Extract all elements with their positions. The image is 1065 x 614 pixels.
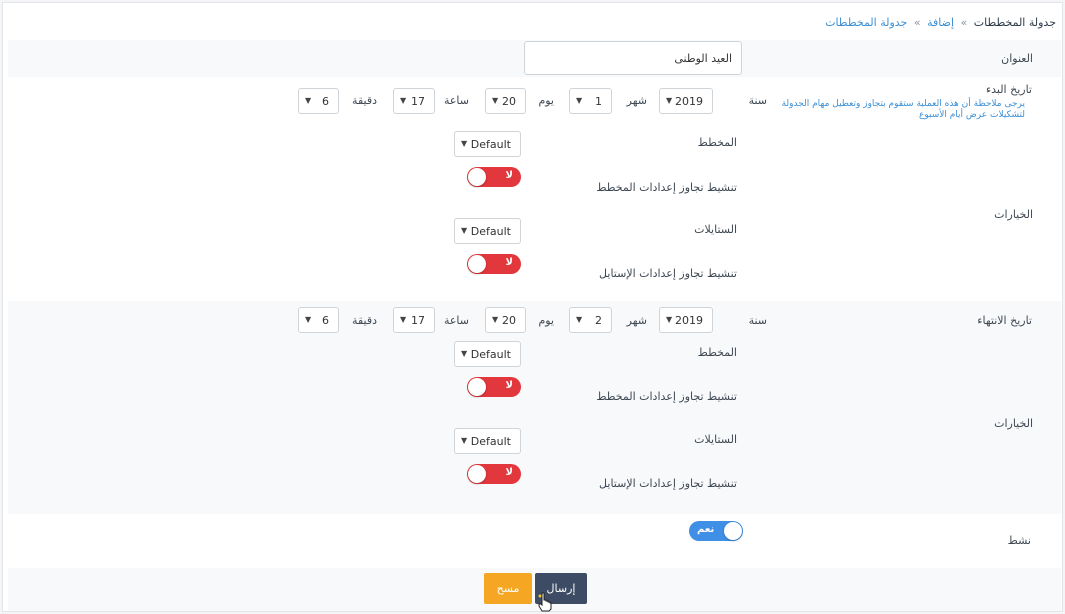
end-month-unit: شهر [626, 314, 647, 327]
breadcrumb-separator: » [960, 16, 968, 29]
title-input[interactable] [524, 41, 742, 75]
toggle-knob [468, 255, 486, 273]
end-override-style-label: تنشيط تجاوز إعدادات الإستايل [599, 477, 737, 490]
page: جدولة المخططات » إضافة » جدولة المخططات … [2, 2, 1063, 612]
start-month-unit: شهر [626, 94, 647, 107]
end-override-style-toggle[interactable]: لا [467, 464, 521, 484]
end-minute-unit: دقيقة [352, 314, 377, 327]
chevron-down-icon: ▼ [461, 436, 468, 445]
start-minute-unit: دقيقة [352, 94, 377, 107]
toggle-knob [468, 378, 486, 396]
end-year-unit: سنة [748, 314, 767, 327]
chevron-down-icon: ▼ [461, 139, 468, 148]
end-layout-select[interactable]: ▼ Default [454, 341, 521, 367]
start-day-unit: يوم [538, 94, 554, 107]
breadcrumb-separator: » [913, 16, 921, 29]
breadcrumb-add-link[interactable]: إضافة [927, 16, 954, 29]
end-styles-select[interactable]: ▼ Default [454, 428, 521, 454]
active-toggle[interactable]: نعم [689, 521, 743, 541]
start-styles-select[interactable]: ▼ Default [454, 218, 521, 244]
chevron-down-icon: ▼ [492, 315, 499, 324]
start-day-select[interactable]: ▼ 20 [485, 88, 526, 114]
chevron-down-icon: ▼ [576, 96, 583, 105]
start-minute-select[interactable]: ▼ 6 [298, 88, 339, 114]
start-options-label: الخيارات [994, 208, 1033, 221]
chevron-down-icon: ▼ [461, 349, 468, 358]
end-override-layout-label: تنشيط تجاوز إعدادات المخطط [596, 390, 737, 403]
start-override-layout-toggle[interactable]: لا [467, 167, 521, 187]
end-month-select[interactable]: ▼ 2 [569, 307, 612, 333]
end-layout-label: المخطط [697, 346, 737, 359]
start-date-label: تاريخ البدء [985, 83, 1032, 96]
start-styles-label: الستايلات [694, 223, 737, 236]
start-hour-unit: ساعة [443, 94, 469, 107]
start-override-style-toggle[interactable]: لا [467, 254, 521, 274]
toggle-knob [468, 168, 486, 186]
chevron-down-icon: ▼ [666, 96, 673, 105]
end-year-select[interactable]: ▼ 2019 [659, 307, 713, 333]
toggle-knob [724, 522, 742, 540]
end-options-label: الخيارات [994, 417, 1033, 430]
end-hour-select[interactable]: ▼ 17 [393, 307, 435, 333]
active-label: نشط [1007, 534, 1031, 547]
end-day-unit: يوم [538, 314, 554, 327]
clear-button[interactable]: مسح [484, 573, 532, 604]
start-year-unit: سنة [748, 94, 767, 107]
end-minute-select[interactable]: ▼ 6 [298, 307, 339, 333]
chevron-down-icon: ▼ [305, 315, 312, 324]
start-override-layout-label: تنشيط تجاوز إعدادات المخطط [596, 181, 737, 194]
row-band-end [8, 301, 1061, 514]
chevron-down-icon: ▼ [305, 96, 312, 105]
end-date-label: تاريخ الانتهاء [977, 314, 1032, 327]
start-override-style-label: تنشيط تجاوز إعدادات الإستايل [599, 267, 737, 280]
hand-pointer-icon [538, 592, 552, 612]
toggle-knob [468, 465, 486, 483]
start-layout-select[interactable]: ▼ Default [454, 131, 521, 157]
title-label: العنوان [1001, 52, 1033, 65]
chevron-down-icon: ▼ [461, 226, 468, 235]
end-override-layout-toggle[interactable]: لا [467, 377, 521, 397]
chevron-down-icon: ▼ [576, 315, 583, 324]
end-hour-unit: ساعة [443, 314, 469, 327]
end-day-select[interactable]: ▼ 20 [485, 307, 526, 333]
start-month-select[interactable]: ▼ 1 [569, 88, 612, 114]
start-year-select[interactable]: ▼ 2019 [659, 88, 713, 114]
chevron-down-icon: ▼ [492, 96, 499, 105]
end-styles-label: الستايلات [694, 433, 737, 446]
breadcrumb-parent-link[interactable]: جدولة المخططات [825, 16, 907, 29]
breadcrumb-current: جدولة المخططات [973, 16, 1056, 29]
start-date-note: يرجى ملاحظة أن هذه العملية ستقوم بتجاوز … [781, 99, 1025, 120]
chevron-down-icon: ▼ [400, 315, 407, 324]
start-layout-label: المخطط [697, 136, 737, 149]
chevron-down-icon: ▼ [666, 315, 673, 324]
chevron-down-icon: ▼ [400, 96, 407, 105]
breadcrumb: جدولة المخططات » إضافة » جدولة المخططات [825, 16, 1056, 29]
start-hour-select[interactable]: ▼ 17 [393, 88, 435, 114]
